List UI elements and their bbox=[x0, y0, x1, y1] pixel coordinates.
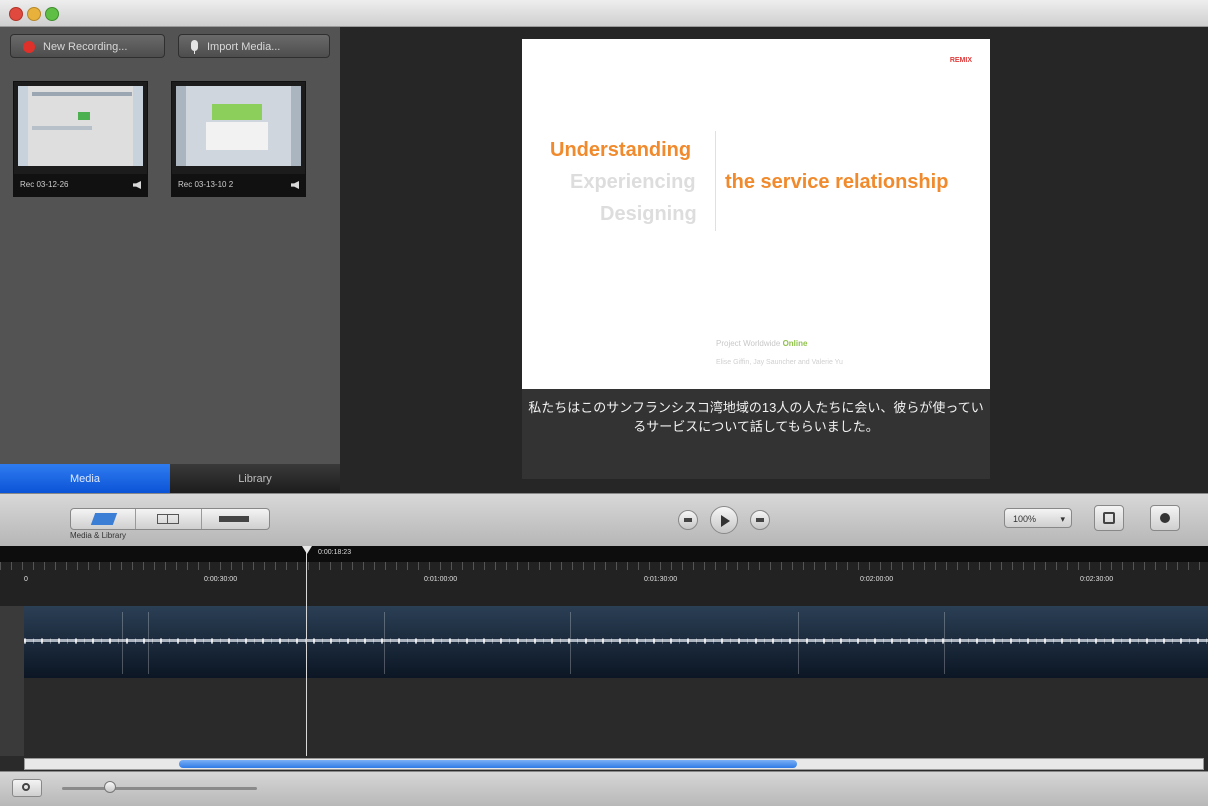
title-bar bbox=[0, 0, 1208, 27]
time-ruler[interactable]: 0 0:00:30:00 0:01:00:00 0:01:30:00 0:02:… bbox=[0, 562, 1208, 606]
timeline-zoom-slider[interactable] bbox=[62, 787, 257, 790]
view-timeline-button[interactable] bbox=[201, 509, 269, 529]
panel-tabs: Media Library bbox=[0, 464, 340, 494]
playhead-time: 0:00:18:23 bbox=[318, 549, 352, 556]
ruler-label: 0:01:00:00 bbox=[424, 576, 458, 583]
swap-icon bbox=[1103, 512, 1115, 524]
audio-waveform-peaks bbox=[24, 638, 1208, 644]
slide-divider bbox=[715, 131, 716, 231]
import-media-button[interactable]: Import Media... bbox=[178, 34, 330, 58]
timeline: 0:00:18:23 0 0:00:30:00 0:01:00:00 0:01:… bbox=[0, 546, 1208, 771]
timeline-zoom-button[interactable] bbox=[12, 779, 42, 797]
view-media-library-button[interactable] bbox=[71, 509, 136, 529]
track-gutter bbox=[0, 606, 24, 756]
media-thumbnail[interactable]: Rec 03-13-10 2 bbox=[171, 81, 306, 197]
clip-marker bbox=[122, 612, 123, 674]
audio-track[interactable] bbox=[24, 606, 1208, 678]
thumbnail-footer: Rec 03-13-10 2 bbox=[172, 174, 305, 196]
zoom-value: 100% bbox=[1013, 514, 1037, 524]
frames-icon bbox=[157, 514, 179, 524]
caption-subtitle: 私たちはこのサンフランシスコ湾地域の13人の人たちに会い、彼らが使っているサービ… bbox=[522, 389, 990, 479]
import-media-label: Import Media... bbox=[207, 41, 281, 53]
ruler-label: 0:02:30:00 bbox=[1080, 576, 1114, 583]
slide-footer-accent: Online bbox=[782, 339, 808, 348]
ruler-label: 0:02:00:00 bbox=[860, 576, 894, 583]
play-icon bbox=[721, 515, 730, 527]
preview-area: REMIX Understanding Experiencing Designi… bbox=[340, 27, 1208, 493]
fast-forward-button[interactable] bbox=[750, 510, 770, 530]
speaker-icon bbox=[133, 181, 141, 189]
microphone-icon bbox=[191, 40, 198, 54]
close-window-button[interactable] bbox=[9, 7, 23, 21]
clip-marker bbox=[570, 612, 571, 674]
media-library-panel: New Recording... Import Media... Rec 03-… bbox=[0, 27, 340, 494]
bottom-bar bbox=[0, 771, 1208, 806]
slide-preview[interactable]: REMIX Understanding Experiencing Designi… bbox=[522, 39, 990, 389]
slider-knob[interactable] bbox=[104, 781, 116, 793]
thumbnail-preview bbox=[18, 86, 143, 166]
timeline-header: 0:00:18:23 bbox=[0, 546, 1208, 562]
thumbnail-caption: Rec 03-13-10 2 bbox=[178, 180, 234, 189]
gear-icon bbox=[1160, 513, 1170, 523]
media-library-icon bbox=[90, 513, 118, 525]
zoom-select[interactable]: 100% ▾ bbox=[1004, 508, 1072, 528]
minimize-window-button[interactable] bbox=[27, 7, 41, 21]
slide-footer-prefix: Project Worldwide bbox=[716, 339, 781, 348]
slide-word-understanding: Understanding bbox=[550, 139, 692, 161]
playhead-line[interactable] bbox=[306, 546, 307, 756]
app-window: New Recording... Import Media... Rec 03-… bbox=[0, 0, 1208, 806]
clip-marker bbox=[148, 612, 149, 674]
record-icon bbox=[23, 41, 35, 53]
settings-button[interactable] bbox=[1150, 505, 1180, 531]
slide-word-designing: Designing bbox=[600, 203, 697, 225]
magnifier-icon bbox=[22, 783, 30, 791]
zoom-window-button[interactable] bbox=[45, 7, 59, 21]
slide-word-experiencing: Experiencing bbox=[570, 171, 696, 193]
filmstrip-icon bbox=[219, 516, 249, 522]
thumbnail-footer: Rec 03-12-26 bbox=[14, 174, 147, 196]
speaker-icon bbox=[291, 181, 299, 189]
playback-toolbar: Media & Library 100% ▾ bbox=[0, 493, 1208, 547]
ruler-label: 0:01:30:00 bbox=[644, 576, 678, 583]
view-frames-button[interactable] bbox=[135, 509, 202, 529]
thumbnail-preview bbox=[176, 86, 301, 166]
play-button[interactable] bbox=[710, 506, 738, 534]
playhead-handle[interactable] bbox=[302, 546, 312, 554]
media-thumbnail[interactable]: Rec 03-12-26 bbox=[13, 81, 148, 197]
rewind-button[interactable] bbox=[678, 510, 698, 530]
view-mode-control bbox=[70, 508, 270, 530]
ruler-label: 0 bbox=[24, 576, 28, 583]
swap-view-button[interactable] bbox=[1094, 505, 1124, 531]
slide-credits: Elise Giffin, Jay Sauncher and Valerie Y… bbox=[716, 359, 843, 366]
tab-media[interactable]: Media bbox=[0, 464, 170, 494]
slide-logo: REMIX bbox=[949, 57, 972, 64]
clip-marker bbox=[384, 612, 385, 674]
fast-forward-icon bbox=[756, 518, 764, 522]
scrollbar-thumb[interactable] bbox=[179, 760, 797, 768]
new-recording-label: New Recording... bbox=[43, 41, 128, 53]
slide-footer: Project Worldwide Online bbox=[716, 339, 807, 348]
timeline-scrollbar[interactable] bbox=[24, 758, 1204, 770]
chevron-down-icon: ▾ bbox=[1060, 514, 1065, 524]
slide-headline: the service relationship bbox=[725, 171, 949, 193]
new-recording-button[interactable]: New Recording... bbox=[10, 34, 165, 58]
rewind-icon bbox=[684, 518, 692, 522]
clip-marker bbox=[944, 612, 945, 674]
thumbnail-caption: Rec 03-12-26 bbox=[20, 180, 69, 189]
tab-library[interactable]: Library bbox=[170, 464, 340, 494]
ruler-label: 0:00:30:00 bbox=[204, 576, 238, 583]
clip-marker bbox=[798, 612, 799, 674]
view-mode-caption: Media & Library bbox=[70, 531, 127, 540]
